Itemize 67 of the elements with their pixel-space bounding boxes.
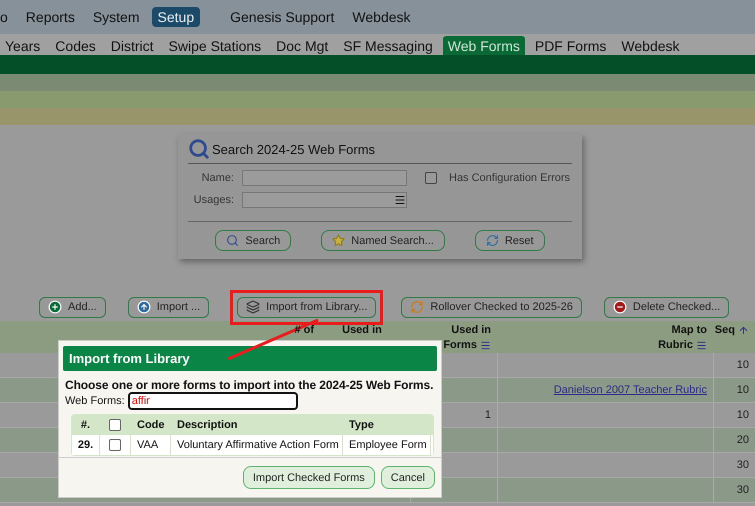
tab[interactable]: Webdesk	[616, 36, 685, 55]
checkbox-label: Has Configuration Errors	[449, 172, 570, 184]
table-cell: VAA	[131, 435, 171, 455]
search-button[interactable]: Search	[215, 230, 292, 251]
dialog-button[interactable]: Import Checked Forms	[242, 466, 375, 489]
column-header[interactable]: # of	[0, 323, 320, 338]
star-icon	[332, 234, 346, 247]
rotate-icon	[410, 300, 424, 314]
search-button[interactable]: Named Search...	[321, 230, 445, 251]
tab[interactable]: Years	[0, 36, 46, 55]
checkbox[interactable]	[109, 439, 121, 451]
table-cell: Employee Form	[343, 435, 431, 455]
table-cell: 10	[713, 403, 755, 427]
tab[interactable]: Swipe Stations	[164, 36, 266, 55]
tab[interactable]: Codes	[50, 36, 101, 55]
action-button[interactable]: Rollover Checked to 2025-26	[401, 296, 582, 318]
minus-icon	[612, 300, 627, 314]
tab[interactable]: Doc Mgt	[271, 36, 334, 55]
search-icon	[188, 138, 210, 160]
menu-item[interactable]: Genesis Support	[224, 7, 340, 27]
menu-item[interactable]: System	[86, 7, 146, 27]
search-icon	[226, 234, 240, 247]
usages-field[interactable]	[242, 192, 407, 208]
menu-item[interactable]: Webdesk	[346, 7, 417, 27]
plus-icon	[48, 300, 62, 314]
table-cell: 10	[713, 353, 755, 377]
field-label: Usages:	[192, 194, 234, 206]
tab[interactable]: PDF Forms	[530, 36, 612, 55]
tab[interactable]: Web Forms	[442, 36, 525, 55]
column-header[interactable]: Used in	[320, 323, 410, 338]
table-cell: 10	[713, 378, 755, 402]
name-field[interactable]	[242, 170, 407, 186]
search-button[interactable]: Reset	[474, 230, 545, 251]
filter-field[interactable]: affir	[128, 392, 298, 410]
arrow-up-icon	[136, 300, 151, 314]
menu-icon[interactable]	[394, 194, 406, 206]
stack-icon	[246, 300, 260, 314]
dialog-button[interactable]: Cancel	[380, 466, 435, 489]
column-header[interactable]: Used in Forms	[410, 323, 497, 353]
tab[interactable]: District	[106, 36, 159, 55]
field-label: Name:	[200, 172, 234, 184]
refresh-icon	[486, 234, 499, 247]
table-cell: 29.	[72, 435, 100, 455]
table-cell: Voluntary Affirmative Action Form	[171, 435, 343, 455]
action-button[interactable]: Add...	[39, 296, 106, 318]
menu-icon[interactable]	[696, 340, 707, 351]
action-button[interactable]: Import ...	[128, 296, 210, 318]
menu-item[interactable]: Reports	[20, 7, 81, 27]
checkbox[interactable]	[109, 419, 121, 431]
filter-label: Web Forms:	[65, 395, 125, 407]
menu-icon[interactable]	[480, 340, 491, 351]
checkbox[interactable]	[425, 172, 437, 184]
instruction-text: Choose one or more forms to import into the 2024-25 Web Forms.	[65, 378, 434, 392]
column-header[interactable]: Seq	[713, 323, 755, 338]
menu-item[interactable]: Setup	[152, 7, 200, 27]
panel-title: Search 2024-25 Web Forms	[212, 142, 376, 156]
action-button[interactable]: Import from Library...	[237, 296, 376, 318]
sort-icon[interactable]	[738, 324, 749, 336]
menu-item[interactable]: o	[0, 7, 14, 27]
tab[interactable]: SF Messaging	[338, 36, 438, 55]
table-cell: 30	[713, 453, 755, 477]
table-cell: 30	[713, 478, 755, 502]
rubric-link[interactable]: Danielson 2007 Teacher Rubric	[554, 384, 707, 396]
action-button[interactable]: Delete Checked...	[604, 296, 730, 318]
dialog-title: Import from Library	[69, 351, 190, 366]
table-cell: 20	[713, 428, 755, 452]
column-header[interactable]: Map to Rubric	[497, 323, 713, 353]
